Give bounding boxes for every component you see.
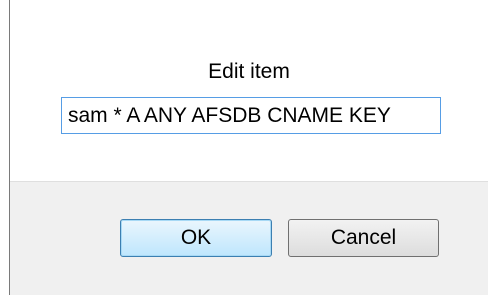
- window-edge: [0, 0, 10, 295]
- dialog-title: Edit item: [208, 60, 290, 83]
- edit-item-dialog: Edit item OK Cancel: [0, 0, 488, 295]
- dialog-button-bar: OK Cancel: [10, 181, 488, 295]
- edit-item-input[interactable]: [61, 97, 441, 134]
- ok-button[interactable]: OK: [120, 219, 272, 257]
- cancel-button[interactable]: Cancel: [288, 219, 439, 257]
- dialog-content: Edit item: [10, 0, 488, 181]
